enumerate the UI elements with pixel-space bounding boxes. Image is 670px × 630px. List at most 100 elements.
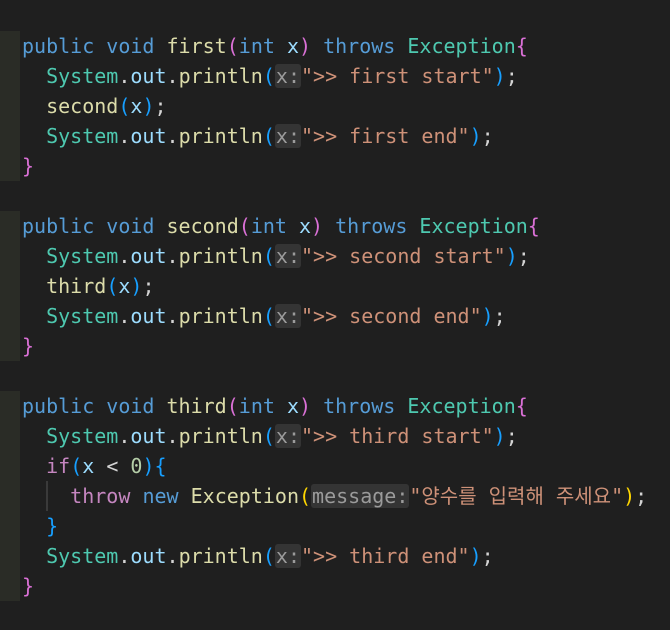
code-token: < xyxy=(94,454,131,478)
code-token: public xyxy=(22,214,95,238)
code-text: } xyxy=(22,151,34,181)
code-token: second xyxy=(166,214,239,238)
code-token: Exception xyxy=(407,34,516,58)
line-gutter-marker xyxy=(0,481,20,511)
code-token: ) xyxy=(142,454,155,478)
code-token: ( xyxy=(226,34,239,58)
code-token: System xyxy=(46,124,119,148)
code-text: } xyxy=(22,571,34,601)
code-token: println xyxy=(178,64,263,88)
code-token: . xyxy=(166,424,179,448)
code-line[interactable]: } xyxy=(0,571,670,601)
line-gutter-marker xyxy=(0,61,20,91)
code-text: System.out.println(x:">> first start"); xyxy=(22,61,518,91)
code-editor[interactable]: public void first(int x) throws Exceptio… xyxy=(0,0,670,630)
code-token: ( xyxy=(262,124,275,148)
code-token: ">> third start" xyxy=(301,424,494,448)
code-token: ) xyxy=(469,544,482,568)
code-line[interactable]: System.out.println(x:">> third end"); xyxy=(0,541,670,571)
code-line[interactable]: public void first(int x) throws Exceptio… xyxy=(0,31,670,61)
code-token: ) xyxy=(623,484,636,508)
code-line[interactable]: System.out.println(x:">> first end"); xyxy=(0,121,670,151)
code-line[interactable]: System.out.println(x:">> first start"); xyxy=(0,61,670,91)
code-token: x xyxy=(286,394,299,418)
code-token: first xyxy=(166,34,227,58)
code-token: { xyxy=(154,454,167,478)
code-token: . xyxy=(118,124,131,148)
code-token: println xyxy=(178,304,263,328)
code-token: out xyxy=(130,544,167,568)
code-line[interactable] xyxy=(0,361,670,391)
code-line[interactable]: if(x < 0){ xyxy=(0,451,670,481)
code-token: . xyxy=(118,424,131,448)
code-token: . xyxy=(166,304,179,328)
code-token: public xyxy=(22,34,95,58)
code-text: System.out.println(x:">> third end"); xyxy=(22,541,494,571)
code-token: } xyxy=(46,514,59,538)
code-token: ; xyxy=(481,544,494,568)
code-token: throws xyxy=(323,394,396,418)
code-line[interactable] xyxy=(0,181,670,211)
code-token: x xyxy=(82,454,95,478)
code-line[interactable]: second(x); xyxy=(0,91,670,121)
line-gutter-marker xyxy=(0,391,20,421)
code-token: println xyxy=(178,124,263,148)
code-token: ) xyxy=(469,124,482,148)
code-line[interactable]: System.out.println(x:">> second start"); xyxy=(0,241,670,271)
line-gutter-marker xyxy=(0,451,20,481)
code-token: ; xyxy=(154,94,167,118)
code-token: out xyxy=(130,64,167,88)
code-token: ) xyxy=(481,304,494,328)
code-token: ) xyxy=(493,424,506,448)
code-token: third xyxy=(46,274,107,298)
code-token: ( xyxy=(106,274,119,298)
parameter-hint: x: xyxy=(274,424,301,448)
code-token: out xyxy=(130,124,167,148)
code-token: ">> first start" xyxy=(301,64,494,88)
line-gutter-marker xyxy=(0,271,20,301)
code-token: 0 xyxy=(130,454,143,478)
code-token: void xyxy=(106,214,155,238)
code-line[interactable]: System.out.println(x:">> third start"); xyxy=(0,421,670,451)
code-line[interactable]: } xyxy=(0,511,670,541)
code-token: Exception xyxy=(190,484,299,508)
code-text: public void third(int x) throws Exceptio… xyxy=(22,391,528,421)
code-line[interactable]: public void third(int x) throws Exceptio… xyxy=(0,391,670,421)
code-token: out xyxy=(130,244,167,268)
code-token: System xyxy=(46,544,119,568)
code-token: System xyxy=(46,304,119,328)
code-line[interactable]: System.out.println(x:">> second end"); xyxy=(0,301,670,331)
code-token: { xyxy=(515,34,528,58)
code-token: ( xyxy=(118,94,131,118)
code-token: second xyxy=(46,94,119,118)
code-token: ">> first end" xyxy=(301,124,470,148)
code-token: void xyxy=(106,34,155,58)
code-token: println xyxy=(178,424,263,448)
code-line[interactable]: } xyxy=(0,151,670,181)
code-token: throws xyxy=(323,34,396,58)
code-token: Exception xyxy=(419,214,528,238)
code-line[interactable]: throw new Exception(message:"양수를 입력해 주세요… xyxy=(0,481,670,511)
line-gutter-marker xyxy=(0,511,20,541)
code-line[interactable]: public void second(int x) throws Excepti… xyxy=(0,211,670,241)
code-token: println xyxy=(178,544,263,568)
code-line[interactable]: } xyxy=(0,331,670,361)
line-gutter-marker xyxy=(0,91,20,121)
parameter-hint: message: xyxy=(311,484,410,508)
code-text: } xyxy=(22,511,58,541)
code-token: int xyxy=(238,394,275,418)
code-line[interactable]: third(x); xyxy=(0,271,670,301)
code-token: x xyxy=(298,214,312,238)
